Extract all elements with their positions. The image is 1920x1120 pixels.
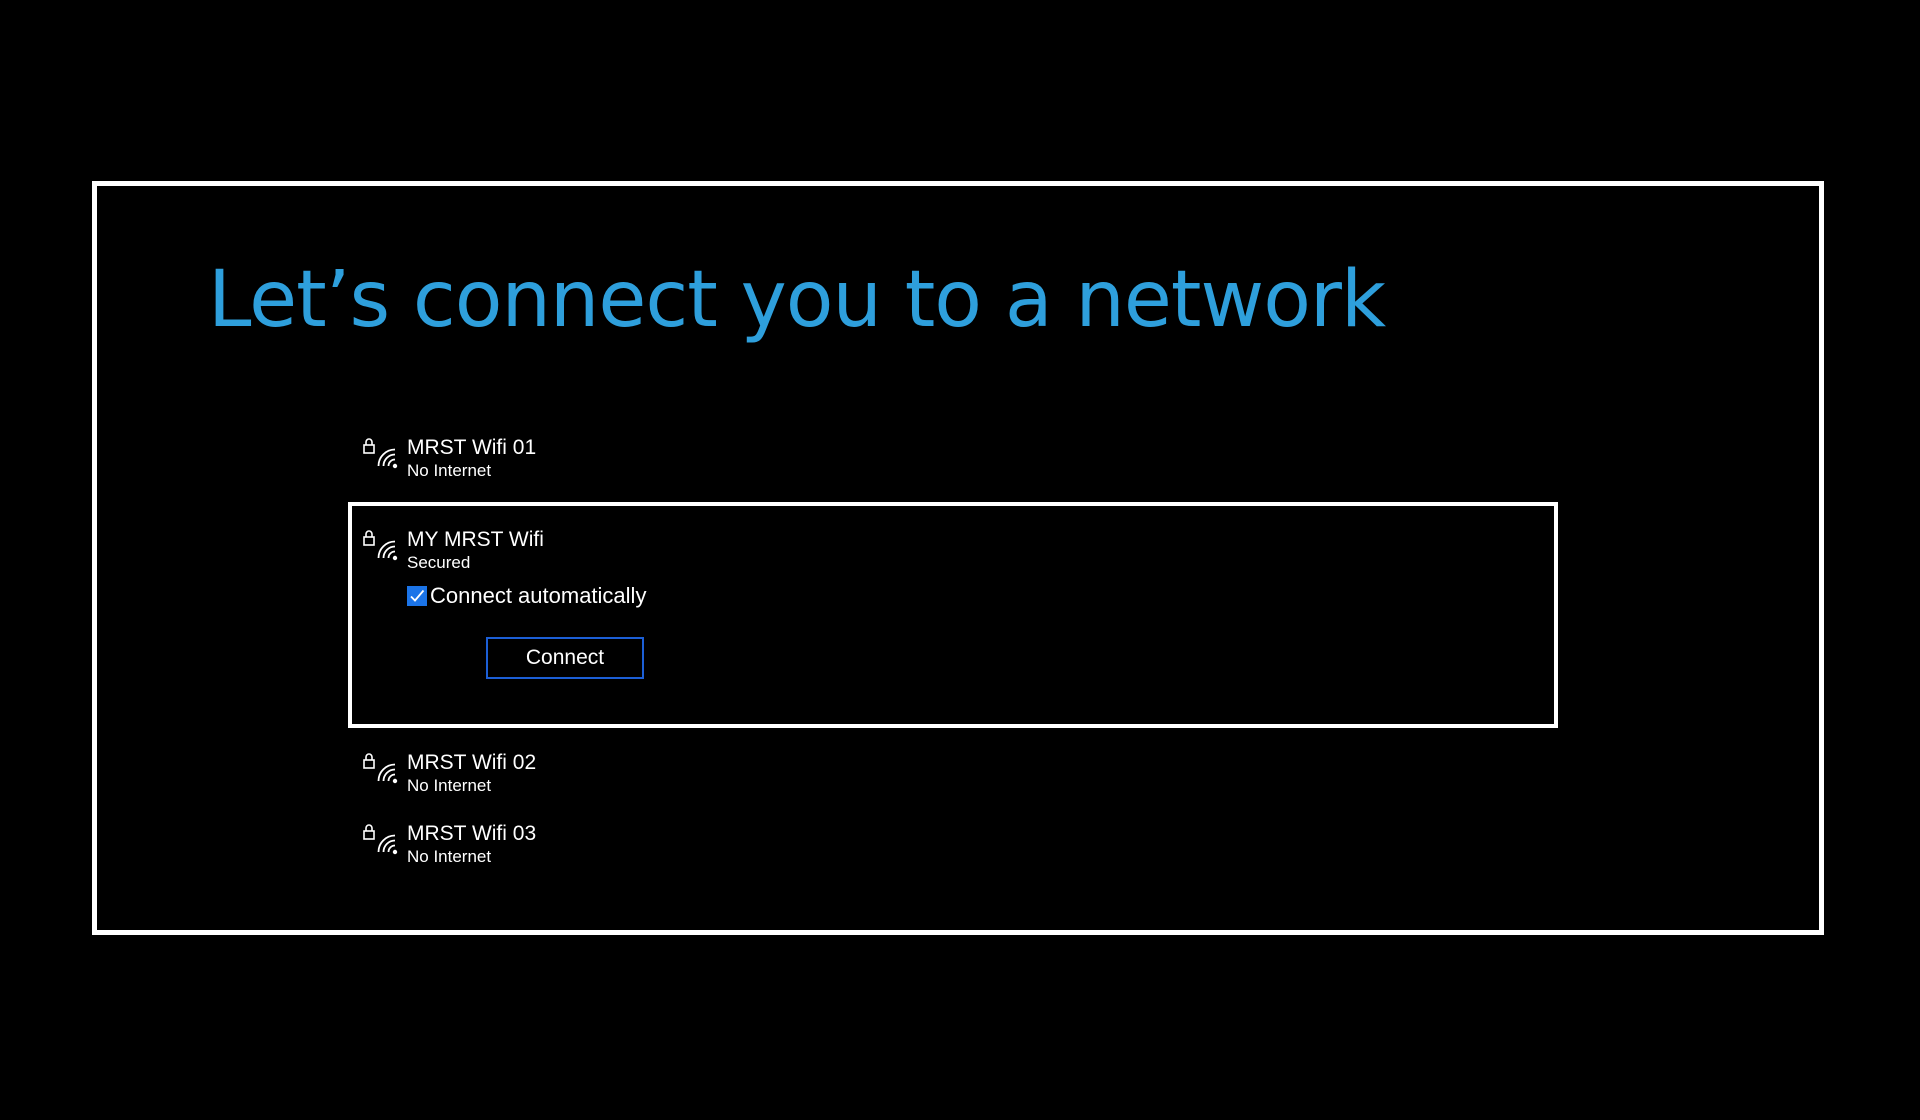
auto-connect-checkbox[interactable] <box>407 586 427 606</box>
secured-wifi-icon <box>362 528 400 562</box>
auto-connect-label: Connect automatically <box>430 583 647 608</box>
secured-wifi-icon <box>362 751 400 785</box>
secured-wifi-icon <box>362 436 400 470</box>
auto-connect-row[interactable]: Connect automatically <box>407 582 646 610</box>
network-name: MRST Wifi 01 <box>407 436 537 459</box>
network-name: MY MRST Wifi <box>407 528 544 551</box>
network-status: No Internet <box>407 776 492 795</box>
network-item-mrst-wifi-03[interactable]: MRST Wifi 03 No Internet <box>348 820 1558 880</box>
network-status: No Internet <box>407 847 492 866</box>
network-item-mrst-wifi-02[interactable]: MRST Wifi 02 No Internet <box>348 749 1558 809</box>
network-status: Secured <box>407 553 471 572</box>
network-name: MRST Wifi 02 <box>407 751 537 774</box>
secured-wifi-icon <box>362 822 400 856</box>
network-status: No Internet <box>407 461 492 480</box>
network-item-mrst-wifi-01[interactable]: MRST Wifi 01 No Internet <box>348 434 1558 494</box>
network-item-my-mrst-wifi[interactable]: MY MRST Wifi Secured Connect automatical… <box>348 502 1558 728</box>
network-name: MRST Wifi 03 <box>407 822 537 845</box>
connect-button[interactable]: Connect <box>486 637 644 679</box>
page-title: Let’s connect you to a network <box>208 255 1386 345</box>
